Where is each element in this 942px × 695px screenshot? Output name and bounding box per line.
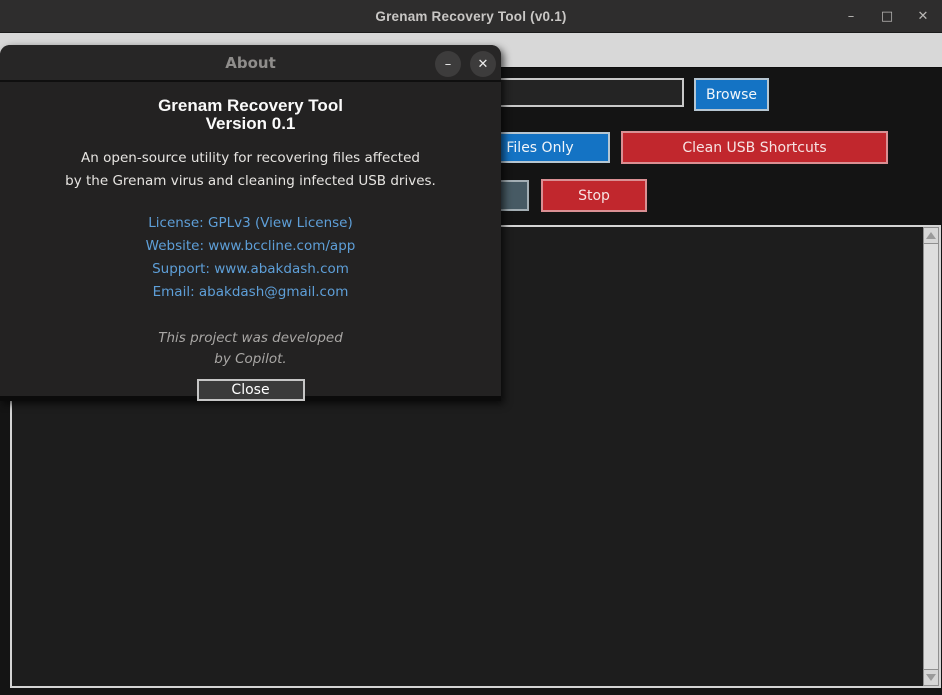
- stop-button[interactable]: Stop: [541, 179, 647, 212]
- maximize-icon[interactable]: □: [876, 6, 898, 28]
- heading-line2: Version 0.1: [0, 115, 501, 133]
- dialog-close-icon: ✕: [478, 57, 489, 72]
- email-link[interactable]: Email: abakdash@gmail.com: [0, 281, 501, 304]
- website-link[interactable]: Website: www.bccline.com/app: [0, 235, 501, 258]
- minimize-icon[interactable]: –: [840, 6, 862, 28]
- scrollbar-thumb[interactable]: [923, 244, 939, 669]
- scroll-down-icon: [926, 674, 936, 681]
- about-dialog-title: About: [225, 54, 276, 72]
- dialog-close-button[interactable]: ✕: [470, 51, 496, 77]
- scroll-down-button[interactable]: [923, 669, 939, 686]
- about-dialog: About – ✕ Grenam Recovery Tool Version 0…: [0, 45, 501, 401]
- app-name-heading: Grenam Recovery Tool Version 0.1: [0, 97, 501, 133]
- credit-text: This project was developed by Copilot.: [0, 328, 501, 370]
- about-dialog-titlebar: About – ✕: [0, 45, 501, 82]
- scroll-up-icon: [926, 232, 936, 239]
- app-title: Grenam Recovery Tool (v0.1): [375, 9, 566, 24]
- dialog-close-action-button[interactable]: Close: [197, 379, 305, 401]
- clean-usb-shortcuts-button[interactable]: Clean USB Shortcuts: [621, 131, 888, 164]
- support-link[interactable]: Support: www.abakdash.com: [0, 258, 501, 281]
- dialog-minimize-icon: –: [445, 57, 452, 72]
- scroll-up-button[interactable]: [923, 227, 939, 244]
- description-text: An open-source utility for recovering fi…: [0, 147, 501, 192]
- browse-button[interactable]: Browse: [694, 78, 769, 111]
- credit-line1: This project was developed: [0, 328, 501, 349]
- credit-line2: by Copilot.: [0, 349, 501, 370]
- description-line2: by the Grenam virus and cleaning infecte…: [0, 170, 501, 193]
- license-link[interactable]: License: GPLv3 (View License): [0, 212, 501, 235]
- about-dialog-body: Grenam Recovery Tool Version 0.1 An open…: [0, 82, 501, 401]
- description-line1: An open-source utility for recovering fi…: [0, 147, 501, 170]
- window-controls: – □ ✕: [840, 0, 934, 33]
- app-titlebar: Grenam Recovery Tool (v0.1) – □ ✕: [0, 0, 942, 33]
- heading-line1: Grenam Recovery Tool: [0, 97, 501, 115]
- links-block: License: GPLv3 (View License) Website: w…: [0, 212, 501, 304]
- close-icon[interactable]: ✕: [912, 6, 934, 28]
- vertical-scrollbar[interactable]: [923, 227, 939, 686]
- dialog-minimize-button[interactable]: –: [435, 51, 461, 77]
